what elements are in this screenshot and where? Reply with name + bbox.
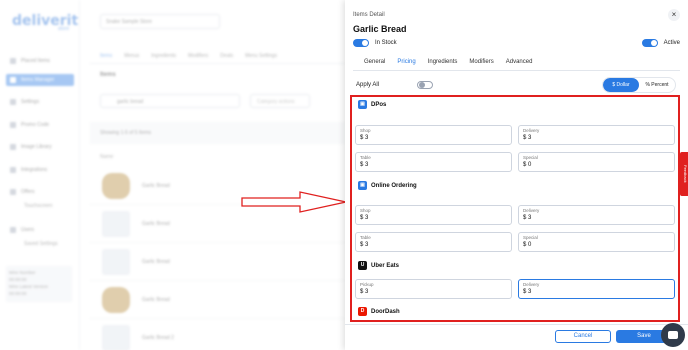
divider — [345, 324, 688, 325]
active-toggle[interactable] — [641, 39, 658, 47]
price-mode-switch: $ Dollar % Percent — [602, 77, 676, 93]
online-table-field[interactable]: Table $ 3 — [355, 232, 512, 252]
online-delivery-field[interactable]: Delivery $ 3 — [518, 205, 675, 225]
pricing-scroll-area[interactable]: ▣ DPos Shop $ 3 Delivery $ 3 Table $ 3 S… — [350, 95, 680, 322]
online-shop-field[interactable]: Shop $ 3 — [355, 205, 512, 225]
doordash-icon: D — [358, 307, 367, 316]
apply-all-label: Apply All — [356, 82, 380, 88]
apply-all-control: Apply All — [356, 81, 434, 89]
in-stock-label: In Stock — [375, 40, 397, 46]
percent-mode-button[interactable]: % Percent — [639, 78, 675, 92]
apply-all-toggle[interactable] — [417, 81, 434, 89]
close-icon[interactable]: × — [668, 9, 680, 21]
active-label: Active — [663, 40, 680, 46]
in-stock-control: In Stock — [353, 39, 397, 47]
section-uber-eats: U Uber Eats — [358, 261, 399, 270]
page-title: Garlic Bread — [353, 24, 407, 34]
chat-icon[interactable] — [661, 323, 685, 347]
uber-pickup-field[interactable]: Pickup $ 3 — [355, 279, 512, 299]
in-stock-toggle[interactable] — [353, 39, 369, 47]
uber-delivery-field[interactable]: Delivery $ 3 — [518, 279, 675, 299]
uber-eats-icon: U — [358, 261, 367, 270]
modal-backdrop[interactable] — [0, 0, 345, 350]
dollar-mode-button[interactable]: $ Dollar — [603, 78, 639, 92]
dpos-shop-field[interactable]: Shop $ 3 — [355, 125, 512, 145]
annotation-arrow — [241, 191, 347, 213]
dpos-special-field[interactable]: Special $ 0 — [518, 152, 675, 172]
section-doordash: D DoorDash — [358, 307, 400, 316]
dpos-table-field[interactable]: Table $ 3 — [355, 152, 512, 172]
online-ordering-icon: ▣ — [358, 181, 367, 190]
section-dpos: ▣ DPos — [358, 100, 386, 109]
cancel-button[interactable]: Cancel — [555, 330, 611, 343]
item-detail-panel: Items Detail × Garlic Bread In Stock Act… — [345, 0, 688, 350]
dpos-icon: ▣ — [358, 100, 367, 109]
feedback-tab[interactable]: Feedback — [680, 152, 688, 196]
active-control: Active — [641, 39, 680, 47]
panel-label: Items Detail — [353, 12, 385, 18]
online-special-field[interactable]: Special $ 0 — [518, 232, 675, 252]
divider — [353, 70, 680, 71]
dpos-delivery-field[interactable]: Delivery $ 3 — [518, 125, 675, 145]
section-online-ordering: ▣ Online Ordering — [358, 181, 417, 190]
